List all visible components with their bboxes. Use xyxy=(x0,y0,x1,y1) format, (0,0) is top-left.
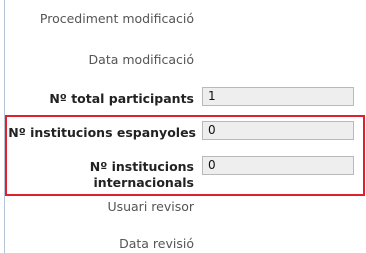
total-participants-label: Nº total participants xyxy=(49,91,194,106)
left-divider xyxy=(4,0,5,253)
procediment-modificacio-label: Procediment modificació xyxy=(39,11,194,26)
data-modificacio-label: Data modificació xyxy=(88,52,194,67)
institucions-espanyoles-label: Nº institucions espanyoles xyxy=(8,125,196,140)
institucions-espanyoles-input[interactable]: 0 xyxy=(202,121,354,140)
institucions-internacionals-label: Nº institucions internacionals xyxy=(89,159,194,190)
data-revisio-label: Data revisió xyxy=(119,236,194,251)
total-participants-input[interactable]: 1 xyxy=(202,87,354,106)
usuari-revisor-label: Usuari revisor xyxy=(107,199,194,214)
institucions-internacionals-input[interactable]: 0 xyxy=(202,156,354,175)
